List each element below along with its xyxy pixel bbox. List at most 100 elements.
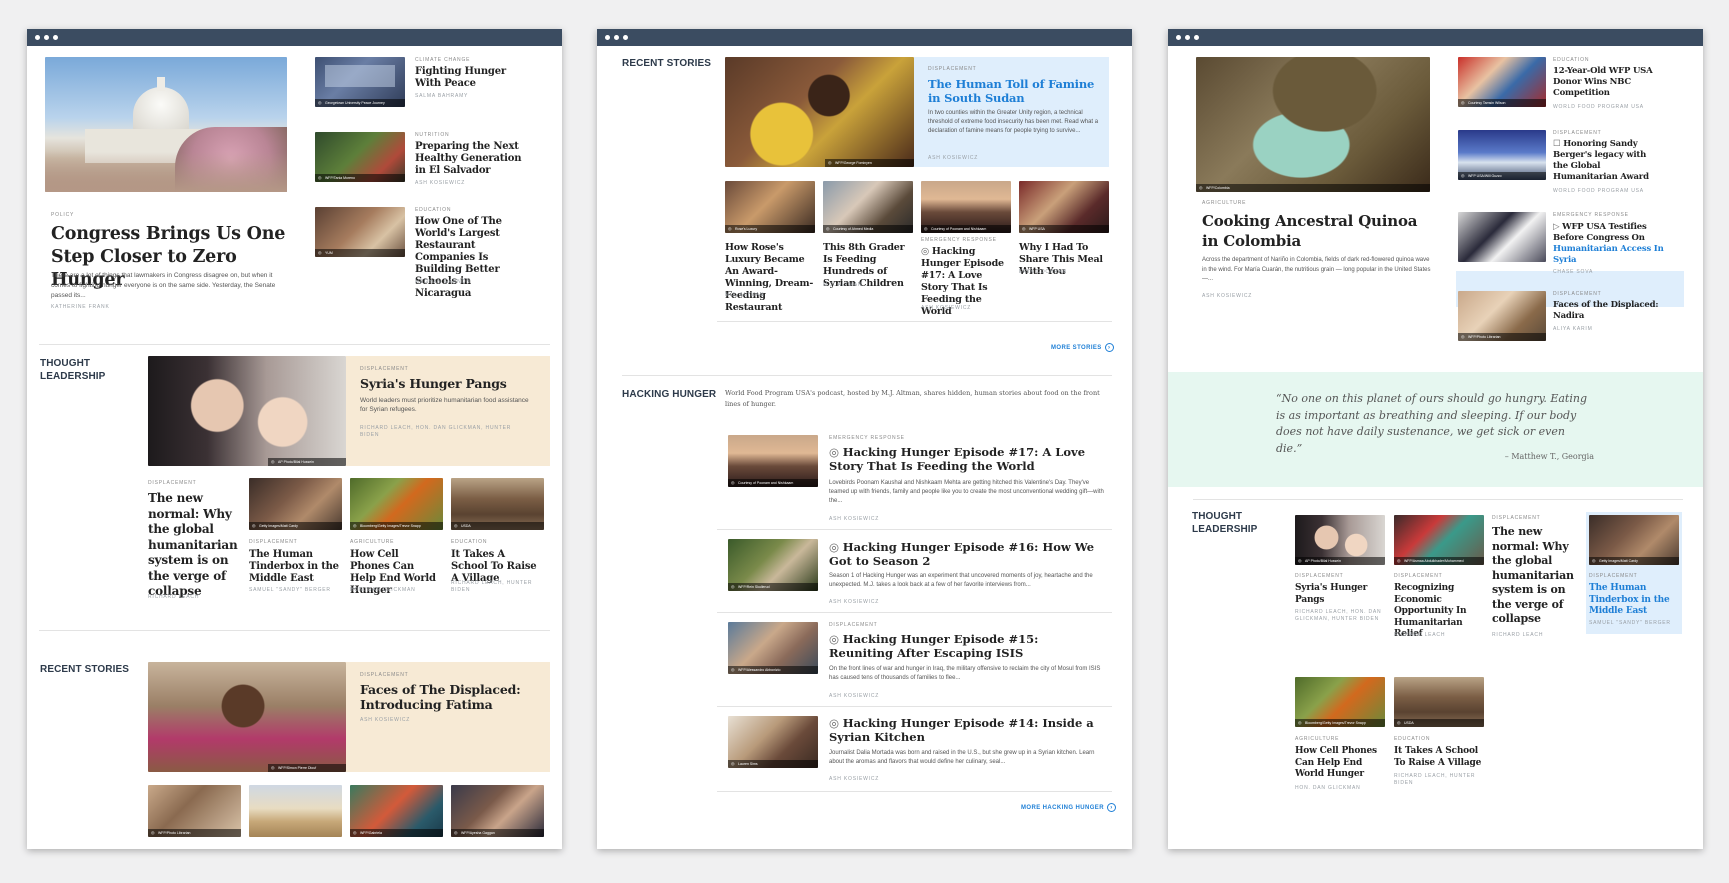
story-author[interactable]: World Food Program USA <box>1553 104 1644 111</box>
card-author[interactable]: Samuel "Sandy" Berger <box>1589 620 1671 627</box>
episode-tag[interactable]: Emergency Response <box>829 435 905 442</box>
story-thumb-nicaragua[interactable]: YUM <box>315 207 405 257</box>
card-thumb-8th-grader[interactable]: Courtesy of Ahmed Media <box>823 181 913 233</box>
quinoa-photo[interactable]: WFP/Colombia <box>1196 57 1430 192</box>
story-tag[interactable]: Education <box>415 207 451 214</box>
story-thumb[interactable]: Courtesy Tamsin Wilson <box>1458 57 1546 107</box>
capitol-photo[interactable] <box>45 57 287 192</box>
story-author[interactable]: Ash Kosiewicz <box>415 180 465 187</box>
card-author[interactable]: Ash Kosiewicz <box>921 305 971 312</box>
card-title[interactable]: How Cell Phones Can Help End World Hunge… <box>1295 746 1387 781</box>
card-author[interactable]: M.J. Altman <box>725 292 764 299</box>
story-title[interactable]: ☐ Honoring Sandy Berger's legacy with th… <box>1553 139 1663 183</box>
feature-author[interactable]: Ash Kosiewicz <box>928 155 978 162</box>
episode-thumb[interactable]: WFP/Alessandro Abbonizio <box>728 622 818 674</box>
feature-tag[interactable]: Displacement <box>360 672 409 679</box>
story-tag[interactable]: Climate Change <box>415 57 470 64</box>
card-author[interactable]: Hon. Dan Glickman <box>350 587 416 594</box>
card-thumb-love-story[interactable]: Courtesy of Poonam and Nishkaam <box>921 181 1011 233</box>
card-thumb-economic[interactable]: WFP/Asmaa Abdulkhader/Mohammed <box>1394 515 1484 565</box>
more-hacking-hunger-link[interactable]: More Hacking Hunger › <box>1021 803 1116 812</box>
lead-author[interactable]: Richard Leach <box>148 594 199 601</box>
story-title[interactable]: Faces of the Displaced: Nadira <box>1553 300 1663 322</box>
card-author[interactable]: Richard Leach <box>1492 632 1543 639</box>
episode-thumb[interactable]: Courtesy of Poonam and Nishkaam <box>728 435 818 487</box>
story-thumb[interactable]: WFP USA/Will Guzzo <box>1458 130 1546 180</box>
episode-title[interactable]: Hacking Hunger Episode #14: Inside a Syr… <box>829 716 1104 744</box>
episode-title[interactable]: Hacking Hunger Episode #17: A Love Story… <box>829 445 1104 473</box>
card-tag[interactable]: Displacement <box>1394 573 1443 580</box>
card-title-link[interactable]: The Human Tinderbox in the Middle East <box>1589 583 1679 618</box>
card-thumb-syria[interactable]: AP Photo/Bilal Hussein <box>1295 515 1385 565</box>
card-thumb-school[interactable]: USDA <box>451 478 544 530</box>
card-author[interactable]: Samuel "Sandy" Berger <box>249 587 331 594</box>
story-author[interactable]: Meghan Gannon <box>415 279 471 286</box>
feature-tag[interactable]: Displacement <box>928 66 977 73</box>
story-author[interactable]: Aliya Karim <box>1553 326 1593 333</box>
card-author[interactable]: M.J. Altman <box>823 282 862 289</box>
card-thumb-roses[interactable]: Rose's Luxury <box>725 181 815 233</box>
card-tag[interactable]: Displacement <box>1295 573 1344 580</box>
fatima-photo[interactable]: WFP/Simon Pierre Diouf <box>148 662 346 772</box>
hero-author[interactable]: Ash Kosiewicz <box>1202 293 1252 300</box>
story-author[interactable]: Chase Sova <box>1553 269 1593 276</box>
feature-tag[interactable]: Displacement <box>360 366 409 373</box>
episode-author[interactable]: Ash Kosiewicz <box>829 693 879 700</box>
story-title[interactable]: Fighting Hunger With Peace <box>415 66 525 90</box>
card-author[interactable]: Richard Leach, Hunter Biden <box>451 580 543 594</box>
card-author[interactable]: Richard Leach <box>1394 632 1445 639</box>
episode-tag[interactable]: Displacement <box>829 622 878 629</box>
lead-tag[interactable]: Displacement <box>148 480 197 487</box>
window-dots[interactable] <box>1176 35 1199 40</box>
card-tag[interactable]: Displacement <box>1589 573 1638 580</box>
episode-thumb[interactable]: Lauren Sims <box>728 716 818 768</box>
story-title-link[interactable]: Humanitarian Access In Syria <box>1553 244 1664 265</box>
feature-title[interactable]: Faces of The Displaced: Introducing Fati… <box>360 682 540 712</box>
card-title[interactable]: The new normal: Why the global humanitar… <box>1492 525 1580 627</box>
syria-hunger-photo[interactable]: AP Photo/Bilal Hussein <box>148 356 346 466</box>
story-thumb-el-salvador[interactable]: WFP/Tania Moreno <box>315 132 405 182</box>
feature-title-link[interactable]: The Human Toll of Famine in South Sudan <box>928 77 1098 105</box>
story-tag[interactable]: Education <box>1553 57 1589 64</box>
story-thumb[interactable] <box>1458 212 1546 262</box>
episode-author[interactable]: Ash Kosiewicz <box>829 776 879 783</box>
card-tag[interactable]: Emergency Response <box>921 237 997 244</box>
card-thumb-share-meal[interactable]: WFP USA <box>1019 181 1109 233</box>
feature-title[interactable]: Syria's Hunger Pangs <box>360 376 540 391</box>
episode-author[interactable]: Ash Kosiewicz <box>829 599 879 606</box>
hero-tag[interactable]: Agriculture <box>1202 200 1246 207</box>
south-sudan-photo[interactable]: WFP/George Fominyen <box>725 57 914 167</box>
story-title[interactable]: How One of The World's Largest Restauran… <box>415 216 525 300</box>
card-tag[interactable]: Displacement <box>249 539 298 546</box>
episode-title[interactable]: Hacking Hunger Episode #16: How We Got t… <box>829 540 1104 568</box>
episode-title[interactable]: Hacking Hunger Episode #15: Reuniting Af… <box>829 632 1104 660</box>
story-author[interactable]: World Food Program USA <box>1553 188 1644 195</box>
card-tag[interactable]: Agriculture <box>350 539 394 546</box>
card-author[interactable]: Erin Cochran <box>1019 269 1067 276</box>
card-tag[interactable]: Agriculture <box>1295 736 1339 743</box>
card-tag[interactable]: Education <box>1394 736 1430 743</box>
story-tag[interactable]: Displacement <box>1553 130 1602 137</box>
story-tag[interactable]: Displacement <box>1553 291 1602 298</box>
story-thumb-peace[interactable]: Georgetown University Peace Journey <box>315 57 405 107</box>
feature-author[interactable]: Ash Kosiewicz <box>360 717 410 724</box>
card-title[interactable]: The Human Tinderbox in the Middle East <box>249 549 339 585</box>
hero-tag[interactable]: Policy <box>51 212 74 219</box>
lead-title[interactable]: The new normal: Why the global humanitar… <box>148 491 238 600</box>
card-thumb-cell-phones[interactable]: Bloomberg/Getty Images/Trevor Snapp <box>1295 677 1385 727</box>
recent-thumb[interactable]: WFP/Gabriela <box>350 785 443 837</box>
card-title[interactable]: It Takes A School To Raise A Village <box>1394 746 1486 769</box>
recent-thumb[interactable] <box>249 785 342 837</box>
window-dots[interactable] <box>35 35 58 40</box>
card-author[interactable]: Hon. Dan Glickman <box>1295 785 1361 792</box>
more-stories-link[interactable]: More Stories › <box>1051 343 1114 352</box>
story-thumb[interactable]: WFP/Photo Librarian <box>1458 291 1546 341</box>
card-author[interactable]: Richard Leach, Hunter Biden <box>1394 773 1486 787</box>
story-title[interactable]: ▷ WFP USA Testifies Before Congress On H… <box>1553 222 1668 266</box>
episode-author[interactable]: Ash Kosiewicz <box>829 516 879 523</box>
story-author[interactable]: Salma Bahramy <box>415 93 468 100</box>
card-thumb-tinderbox[interactable]: Getty Images/Matt Cardy <box>1589 515 1679 565</box>
card-author[interactable]: Richard Leach, Hon. Dan Glickman, Hunter… <box>1295 609 1385 623</box>
story-tag[interactable]: Nutrition <box>415 132 449 139</box>
card-thumb-school[interactable]: USDA <box>1394 677 1484 727</box>
